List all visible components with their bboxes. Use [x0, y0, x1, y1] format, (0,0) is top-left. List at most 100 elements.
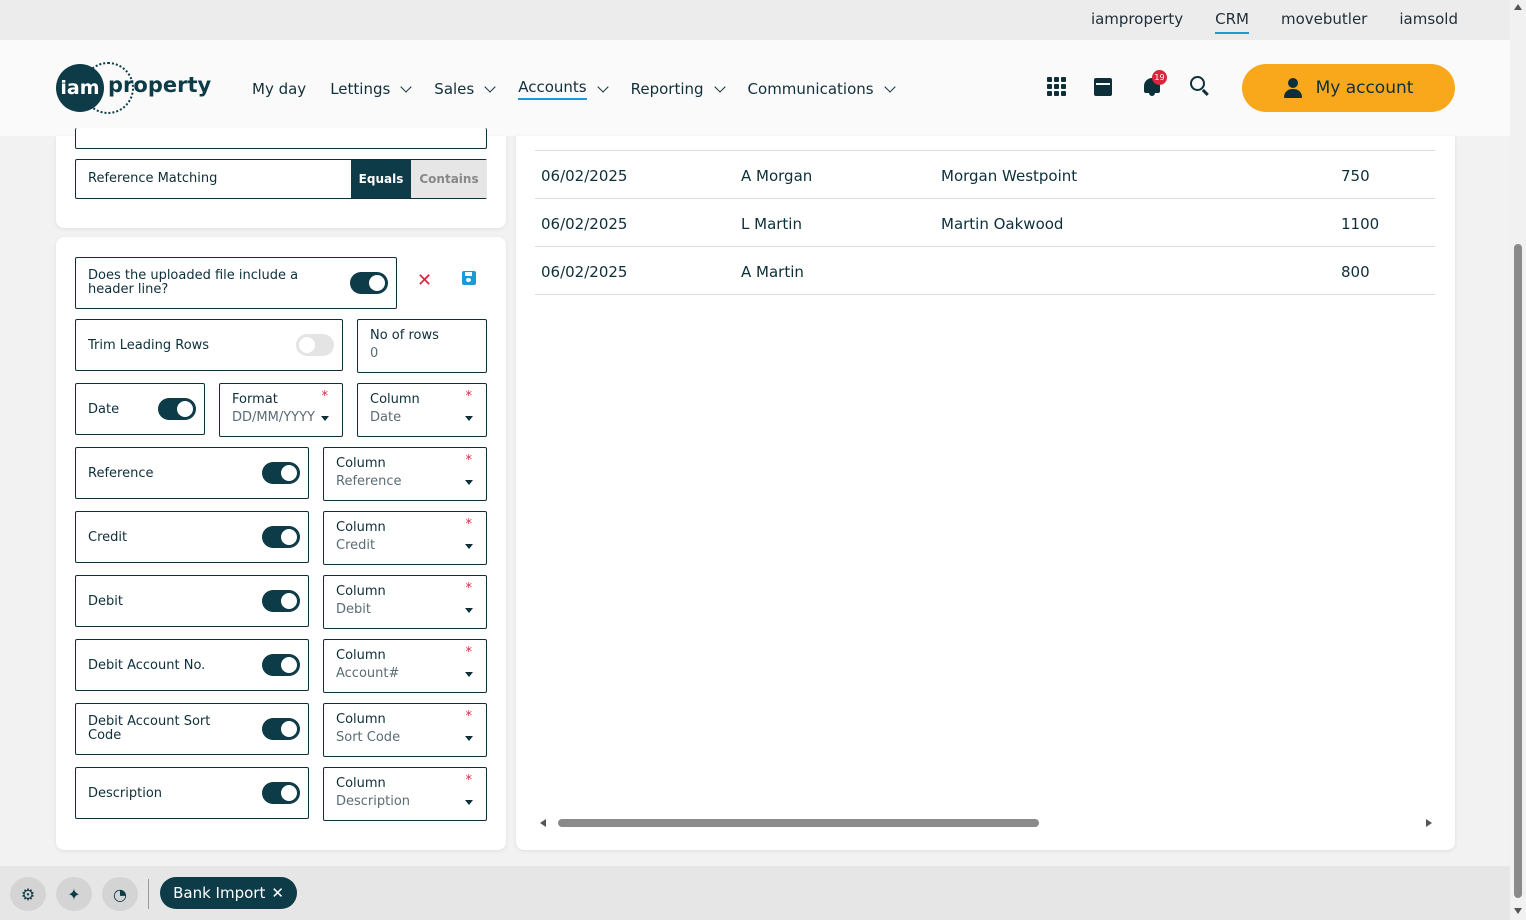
reference-toggle[interactable]: [262, 462, 300, 484]
logo[interactable]: iam property: [56, 62, 211, 114]
brand-link-iamproperty[interactable]: iamproperty: [1091, 10, 1183, 34]
scroll-left-arrow-icon[interactable]: [540, 819, 546, 827]
bell-icon[interactable]: 19: [1142, 70, 1167, 96]
date-toggle[interactable]: [158, 398, 196, 420]
horizontal-scroll-thumb[interactable]: [558, 819, 1039, 827]
nav-label: Reporting: [630, 80, 704, 98]
debit-column-select[interactable]: Column Debit *: [323, 575, 487, 629]
scroll-right-arrow-icon[interactable]: [1426, 819, 1432, 827]
no-of-rows-input[interactable]: No of rows 0: [357, 319, 487, 373]
description-field: Description: [75, 767, 309, 819]
brand-link-iamsold[interactable]: iamsold: [1399, 10, 1458, 34]
nav-accounts[interactable]: Accounts: [518, 78, 609, 100]
credit-toggle[interactable]: [262, 526, 300, 548]
nav-communications[interactable]: Communications: [747, 78, 896, 100]
cell-name: A Morgan: [741, 167, 813, 185]
dropdown-arrow-icon: [465, 544, 473, 549]
debit-sort-code-toggle[interactable]: [262, 718, 300, 740]
debit-account-no-toggle[interactable]: [262, 654, 300, 676]
brand-link-movebutler[interactable]: movebutler: [1281, 10, 1367, 34]
debit-account-no-column-select[interactable]: Column Account# *: [323, 639, 487, 693]
debit-toggle[interactable]: [262, 590, 300, 612]
debit-account-no-label: Debit Account No.: [88, 658, 206, 673]
description-column-select[interactable]: Column Description *: [323, 767, 487, 821]
bank-import-tab-label: Bank Import: [173, 884, 266, 902]
bank-import-tab[interactable]: Bank Import ✕: [160, 877, 297, 909]
cell-reference: Martin Oakwood: [941, 215, 1064, 233]
debit-account-no-field: Debit Account No.: [75, 639, 309, 691]
description-toggle[interactable]: [262, 782, 300, 804]
equals-option[interactable]: Equals: [351, 160, 411, 198]
header-line-toggle[interactable]: [350, 272, 388, 294]
brand-link-crm[interactable]: CRM: [1215, 10, 1249, 34]
nav-label: Accounts: [518, 78, 587, 100]
credit-label: Credit: [88, 530, 128, 545]
cell-name: A Martin: [741, 263, 804, 281]
debit-sort-code-label: Debit Account Sort Code: [88, 714, 211, 743]
apps-grid-icon[interactable]: [1046, 76, 1066, 96]
column-label: Column: [336, 776, 386, 791]
reference-matching-label: Reference Matching: [88, 171, 218, 186]
no-of-rows-value: 0: [370, 346, 379, 361]
close-icon[interactable]: ✕: [417, 270, 432, 291]
search-icon[interactable]: [1190, 76, 1210, 96]
nav-reporting[interactable]: Reporting: [630, 78, 726, 100]
nav-label: Lettings: [330, 80, 391, 98]
close-tab-icon[interactable]: ✕: [271, 884, 284, 902]
scroll-down-arrow-icon[interactable]: [1514, 908, 1522, 914]
logo-word: property: [108, 73, 212, 97]
nav-label: Communications: [747, 80, 874, 98]
scroll-up-arrow-icon[interactable]: [1514, 4, 1522, 10]
header-line-field: Does the uploaded file include a header …: [75, 257, 397, 309]
vertical-scroll-thumb[interactable]: [1514, 244, 1522, 898]
gear-icon[interactable]: ⚙: [10, 877, 46, 911]
column-label: Column: [336, 520, 386, 535]
nav-my-day[interactable]: My day: [252, 78, 306, 100]
nav-label: My day: [252, 80, 307, 98]
nav-sales[interactable]: Sales: [434, 78, 496, 100]
debit-sort-code-column-select[interactable]: Column Sort Code *: [323, 703, 487, 757]
date-format-select[interactable]: Format DD/MM/YYYY *: [219, 383, 343, 437]
debit-field: Debit: [75, 575, 309, 627]
dropdown-arrow-icon: [465, 800, 473, 805]
column-value: Debit: [336, 602, 371, 617]
save-icon[interactable]: [462, 271, 476, 285]
column-value: Credit: [336, 538, 376, 553]
date-column-select[interactable]: Column Date *: [357, 383, 487, 437]
chevron-down-icon: [713, 81, 726, 93]
date-label: Date: [88, 402, 120, 417]
chevron-down-icon: [596, 81, 609, 93]
reference-matching-field: Reference Matching Equals Contains: [75, 159, 487, 199]
book-icon[interactable]: ✦: [56, 877, 92, 911]
contains-option[interactable]: Contains: [411, 160, 487, 198]
cell-amount: 750: [1341, 167, 1370, 185]
no-of-rows-label: No of rows: [370, 328, 439, 343]
table-row: 06/02/2025 A Martin 800: [535, 247, 1435, 295]
trim-leading-toggle[interactable]: [296, 334, 334, 356]
cell-date: 06/02/2025: [541, 167, 628, 185]
user-icon: [1283, 78, 1302, 98]
brand-links: iamproperty CRM movebutler iamsold: [1091, 10, 1458, 34]
credit-column-select[interactable]: Column Credit *: [323, 511, 487, 565]
table-row: [535, 103, 1435, 151]
column-label: Column: [370, 392, 420, 407]
my-account-label: My account: [1315, 78, 1414, 98]
vertical-scrollbar[interactable]: [1510, 0, 1526, 920]
required-marker: *: [465, 645, 473, 660]
format-value: DD/MM/YYYY: [232, 410, 315, 425]
reference-column-select[interactable]: Column Reference *: [323, 447, 487, 501]
nav-lettings[interactable]: Lettings: [330, 78, 412, 100]
column-value: Account#: [336, 666, 400, 681]
required-marker: *: [465, 773, 473, 788]
credit-field: Credit: [75, 511, 309, 563]
gauge-icon[interactable]: ◔: [102, 877, 138, 911]
nav-label: Sales: [434, 80, 475, 98]
horizontal-scrollbar[interactable]: [540, 815, 1432, 831]
table-row: 06/02/2025 A Morgan Morgan Westpoint 750: [535, 151, 1435, 199]
cell-amount: 800: [1341, 263, 1370, 281]
format-label: Format: [232, 392, 278, 407]
required-marker: *: [465, 517, 473, 532]
calendar-icon[interactable]: [1094, 76, 1114, 96]
chevron-down-icon: [883, 81, 896, 93]
table-row: 06/02/2025 L Martin Martin Oakwood 1100: [535, 199, 1435, 247]
